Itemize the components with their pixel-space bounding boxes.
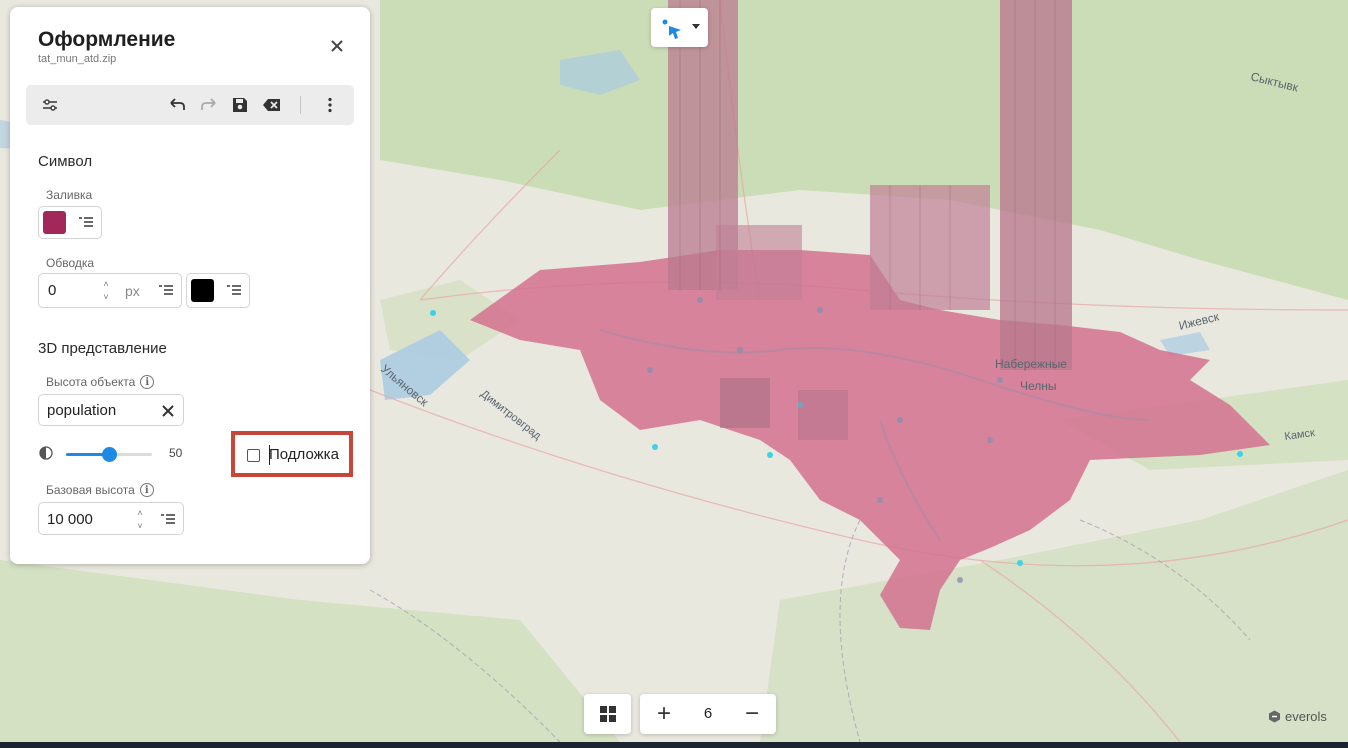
stepper-up-icon[interactable]: ˄ — [101, 280, 111, 289]
view3d-section-title: 3D представление — [38, 340, 167, 357]
base-height-label: Базовая высота i — [46, 483, 154, 497]
symbol-section-title: Символ — [38, 153, 93, 170]
opacity-value: 50 — [169, 446, 183, 460]
height-label-text: Высота объекта — [46, 375, 136, 389]
opacity-slider[interactable] — [66, 447, 152, 462]
stroke-unit: px — [125, 283, 140, 299]
more-vertical-icon — [328, 97, 332, 113]
pointer-icon — [662, 19, 700, 39]
fill-label: Заливка — [46, 188, 93, 202]
fill-control — [38, 206, 102, 239]
close-button[interactable] — [326, 35, 348, 57]
opacity-slider-thumb[interactable] — [101, 447, 117, 462]
toolbar-divider — [300, 96, 301, 114]
clear-icon — [263, 99, 280, 111]
info-icon[interactable]: i — [140, 375, 155, 389]
opacity-icon — [39, 446, 53, 460]
grid-icon — [600, 706, 616, 722]
settings-button[interactable] — [38, 93, 62, 117]
list-icon[interactable] — [227, 285, 241, 297]
stroke-label: Обводка — [46, 256, 95, 270]
brand-hexagon-icon — [1269, 710, 1280, 723]
panel-title: Оформление — [38, 28, 176, 51]
stepper-down-icon[interactable]: ˅ — [101, 293, 111, 302]
style-panel: Оформление tat_mun_atd.zip Символ Заливк — [10, 7, 370, 564]
stroke-color-control — [186, 273, 250, 308]
panel-subtitle: tat_mun_atd.zip — [38, 53, 117, 65]
height-label: Высота объекта i — [46, 375, 155, 389]
layers-grid-button[interactable] — [584, 694, 631, 734]
sliders-icon — [43, 99, 57, 111]
base-height-input[interactable]: 10 000 — [47, 511, 93, 528]
more-button[interactable] — [318, 93, 342, 117]
zoom-out-button[interactable]: − — [732, 694, 772, 734]
stepper-down-icon[interactable]: ˅ — [135, 522, 145, 531]
save-button[interactable] — [228, 93, 252, 117]
zoom-control: + 6 − — [640, 694, 776, 734]
clear-field-icon[interactable] — [161, 404, 175, 418]
brand-logo: everols — [1268, 709, 1327, 724]
zoom-level: 6 — [703, 705, 713, 722]
clear-button[interactable] — [260, 93, 284, 117]
stroke-width-input[interactable]: 0 — [48, 282, 56, 299]
stroke-color-swatch[interactable] — [191, 279, 214, 302]
underlay-label[interactable]: Подложка — [269, 446, 339, 463]
undo-button[interactable] — [165, 93, 189, 117]
close-icon — [331, 40, 343, 52]
height-field-value[interactable]: population — [47, 402, 116, 419]
redo-button[interactable] — [197, 93, 221, 117]
redo-icon — [201, 98, 216, 110]
save-icon — [233, 98, 247, 112]
fill-color-swatch[interactable] — [43, 211, 66, 234]
height-field[interactable]: population — [38, 394, 184, 426]
list-icon[interactable] — [159, 285, 173, 297]
select-tool-button[interactable] — [651, 8, 708, 47]
undo-icon — [170, 98, 185, 110]
base-height-field[interactable]: 10 000 ˄ ˅ — [38, 502, 184, 535]
brand-text: everols — [1285, 709, 1327, 724]
base-height-label-text: Базовая высота — [46, 483, 135, 497]
underlay-checkbox[interactable] — [247, 449, 260, 462]
map-label-naberezhnye: Набережные — [995, 357, 1067, 371]
panel-toolbar — [26, 85, 354, 125]
stepper-up-icon[interactable]: ˄ — [135, 509, 145, 518]
list-icon[interactable] — [161, 514, 175, 526]
map-label-chelny: Челны — [1020, 379, 1057, 393]
zoom-in-button[interactable]: + — [644, 694, 684, 734]
chevron-down-icon — [692, 24, 700, 29]
bottom-strip — [0, 742, 1348, 748]
info-icon[interactable]: i — [139, 483, 154, 497]
stroke-width-field[interactable]: 0 ˄ ˅ px — [38, 273, 182, 308]
list-icon[interactable] — [79, 217, 93, 229]
underlay-option[interactable]: Подложка — [231, 431, 353, 477]
